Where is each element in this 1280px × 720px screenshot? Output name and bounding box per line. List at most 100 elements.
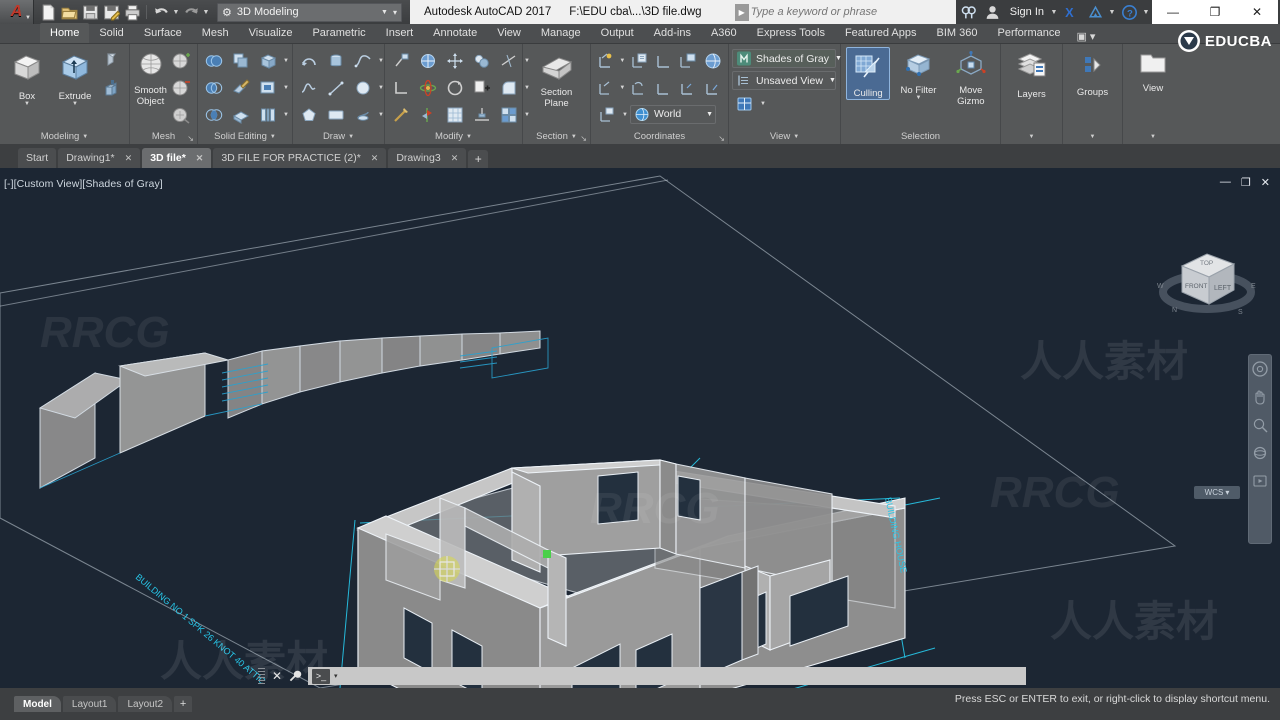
chevron-down-icon[interactable]: ▼ (282, 112, 290, 118)
close-icon[interactable]: ✕ (371, 153, 379, 164)
smooth-less-icon[interactable] (168, 75, 194, 101)
revolve-icon[interactable] (323, 48, 349, 74)
union-icon[interactable] (201, 48, 227, 74)
command-line[interactable]: ✕ >_ ▾ (258, 664, 1026, 688)
sign-in-dropdown-icon[interactable]: ▼ (1050, 9, 1058, 16)
panel-title-selection[interactable]: Selection (841, 129, 1000, 144)
tab-visualize[interactable]: Visualize (239, 23, 303, 43)
overflow-icon[interactable]: ▾ (393, 8, 399, 17)
named-view-combo[interactable]: Unsaved View ▼ (732, 71, 836, 90)
chevron-down-icon[interactable]: ▼ (282, 85, 290, 91)
zoom-extents-icon[interactable] (1252, 417, 1268, 433)
panel-title-mesh[interactable]: Mesh ↘ (130, 129, 197, 144)
3d-array-icon[interactable] (469, 48, 495, 74)
copy-icon[interactable] (469, 75, 495, 101)
ucs-face-icon[interactable] (701, 48, 725, 74)
chevron-down-icon[interactable]: ▼ (1090, 134, 1096, 140)
circle-icon[interactable] (350, 75, 376, 101)
layout-tab-layout1[interactable]: Layout1 (62, 696, 117, 712)
move-icon[interactable] (388, 48, 414, 74)
tab-express-tools[interactable]: Express Tools (747, 23, 835, 43)
ucs-y-icon[interactable] (677, 75, 701, 101)
chevron-down-icon[interactable]: ▼ (571, 134, 577, 140)
doc-tab-start[interactable]: Start (18, 148, 57, 168)
chevron-down-icon[interactable]: ▼ (621, 112, 629, 118)
redo-icon[interactable] (181, 2, 201, 22)
3d-align-icon[interactable] (415, 48, 441, 74)
panel-title-groups[interactable]: ▼ (1063, 129, 1122, 144)
rectangle-icon[interactable] (323, 102, 349, 128)
chevron-down-icon[interactable]: ▼ (376, 9, 393, 16)
taper-face-icon[interactable] (228, 75, 254, 101)
ucs-origin-icon[interactable] (594, 102, 620, 128)
chevron-down-icon[interactable]: ▼ (72, 101, 78, 107)
visual-style-combo[interactable]: Shades of Gray ▼ (732, 49, 842, 68)
intersect-icon[interactable] (201, 102, 227, 128)
tab-bim360[interactable]: BIM 360 (927, 23, 988, 43)
chevron-down-icon[interactable]: ▼ (619, 58, 626, 64)
search-go-icon[interactable]: ▶ (734, 3, 749, 21)
wrench-icon[interactable] (286, 667, 304, 685)
save-as-icon[interactable] (101, 2, 121, 22)
tab-featured-apps[interactable]: Featured Apps (835, 23, 927, 43)
chevron-down-icon[interactable]: ▼ (700, 111, 713, 118)
tab-home[interactable]: Home (40, 23, 90, 43)
ucs-icon[interactable] (594, 48, 618, 74)
user-icon[interactable] (982, 2, 1004, 22)
panel-title-solid-editing[interactable]: Solid Editing ▼ (198, 129, 292, 144)
showmotion-icon[interactable] (1252, 473, 1268, 489)
panel-title-modify[interactable]: Modify ▼ (385, 129, 522, 144)
panel-title-draw[interactable]: Draw ▼ (293, 129, 384, 144)
chevron-down-icon[interactable]: ▼ (82, 134, 88, 140)
panel-dialog-launcher-icon[interactable]: ↘ (580, 134, 587, 143)
3d-rotate2-icon[interactable] (442, 75, 468, 101)
plot-icon[interactable] (122, 2, 142, 22)
panel-dialog-launcher-icon[interactable]: ↘ (718, 134, 725, 143)
screenshot-icon[interactable]: ▣ ▾ (1070, 30, 1101, 43)
ucs-3point-icon[interactable] (594, 75, 618, 101)
help-dropdown-icon[interactable]: ▼ (1142, 9, 1150, 16)
navigation-bar[interactable] (1248, 354, 1272, 544)
search-icon[interactable] (958, 2, 980, 22)
layout-tab-layout2[interactable]: Layout2 (118, 696, 173, 712)
minimize-button[interactable]: — (1152, 0, 1194, 24)
helix-icon[interactable] (350, 102, 376, 128)
imprint-icon[interactable] (255, 75, 281, 101)
sign-in-label[interactable]: Sign In (1006, 6, 1048, 18)
subtract-icon[interactable] (201, 75, 227, 101)
scale-icon[interactable] (388, 102, 414, 128)
tab-mesh[interactable]: Mesh (192, 23, 239, 43)
panel-title-layers[interactable]: ▼ (1001, 129, 1062, 144)
close-icon[interactable]: ✕ (196, 153, 204, 164)
chevron-down-icon[interactable]: ▼ (282, 58, 290, 64)
chevron-down-icon[interactable]: ▾ (1225, 488, 1229, 497)
chevron-down-icon[interactable]: ▾ (330, 672, 338, 680)
workspace-switcher[interactable]: ⚙ 3D Modeling ▼ ▾ (217, 2, 402, 22)
chevron-down-icon[interactable]: ▼ (1150, 134, 1156, 140)
extend-icon[interactable] (469, 102, 495, 128)
spline-icon[interactable] (350, 48, 376, 74)
tab-manage[interactable]: Manage (531, 23, 591, 43)
3d-move-icon[interactable] (442, 48, 468, 74)
viewport-minimize-icon[interactable]: — (1220, 176, 1231, 189)
culling-button[interactable]: Culling (846, 47, 891, 100)
move-gizmo-button[interactable]: Move Gizmo (947, 47, 995, 107)
extrude-button[interactable]: Extrude ▼ (51, 47, 99, 107)
add-layout-button[interactable]: + (174, 696, 193, 712)
chevron-down-icon[interactable]: ▼ (793, 134, 799, 140)
chevron-down-icon[interactable]: ▼ (759, 101, 767, 107)
ucs-x-icon[interactable] (652, 75, 676, 101)
box-button[interactable]: Box ▼ (3, 47, 51, 107)
chevron-down-icon[interactable]: ▼ (1029, 134, 1035, 140)
ucs-object-icon[interactable] (677, 48, 701, 74)
3d-mirror-icon[interactable] (415, 102, 441, 128)
ucs-world-icon[interactable] (652, 48, 676, 74)
close-icon[interactable]: ✕ (125, 153, 133, 164)
panel-title-section[interactable]: Section ▼ ↘ (523, 129, 590, 144)
line-icon[interactable] (323, 75, 349, 101)
close-button[interactable]: ✕ (1236, 0, 1278, 24)
separate-icon[interactable] (255, 102, 281, 128)
chevron-down-icon[interactable]: ▼ (377, 58, 385, 64)
viewport-label[interactable]: [-][Custom View][Shades of Gray] (4, 178, 163, 190)
command-line-grip[interactable] (258, 668, 265, 684)
